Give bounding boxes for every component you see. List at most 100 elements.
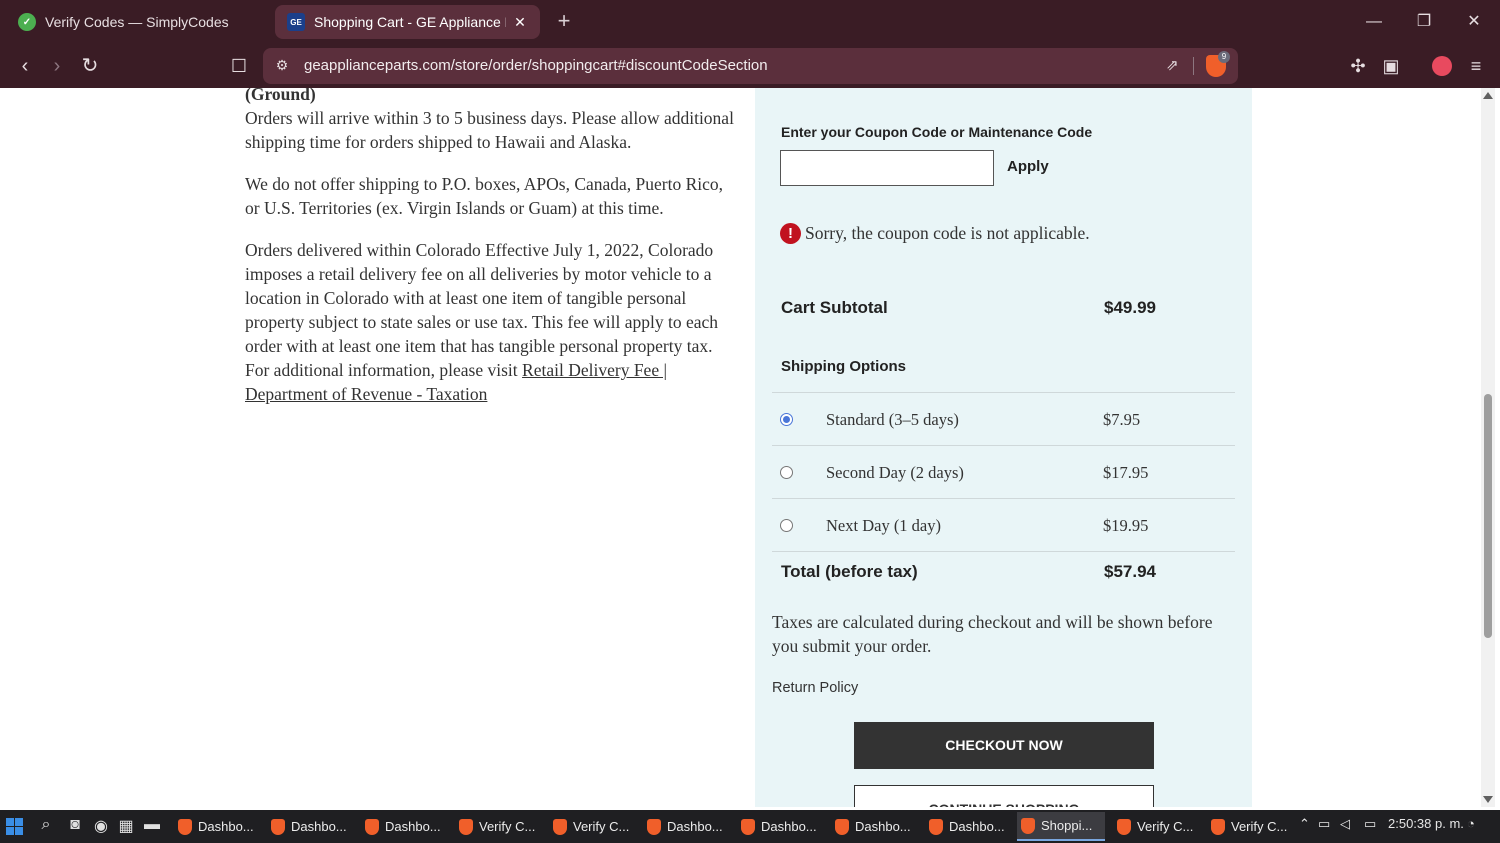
brave-icon <box>835 818 849 835</box>
taskbar-window-label: Dashbo... <box>385 819 441 834</box>
restore-button[interactable]: ❐ <box>1409 8 1439 36</box>
brave-icon <box>553 818 567 835</box>
taskbar-window-label: Verify C... <box>1231 819 1288 834</box>
minimize-button[interactable]: — <box>1359 8 1389 36</box>
coupon-code-input[interactable] <box>780 150 994 186</box>
taskbar-window-label: Verify C... <box>1137 819 1194 834</box>
tab-shopping-cart[interactable]: GE Shopping Cart - GE Appliance Pa ✕ <box>275 5 540 39</box>
error-icon: ! <box>780 223 801 244</box>
taskbar-window[interactable]: Dashbo... <box>361 812 449 841</box>
taskbar-window[interactable]: Verify C... <box>549 812 637 841</box>
bookmark-icon[interactable]: ☐ <box>225 52 253 80</box>
taskbar-window-label: Dashbo... <box>949 819 1005 834</box>
shipping-option-standard[interactable]: Standard (3–5 days) $7.95 <box>772 392 1235 445</box>
taskbar-window-label: Dashbo... <box>855 819 911 834</box>
taskbar-window-label: Dashbo... <box>291 819 347 834</box>
taskbar-window[interactable]: Dashbo... <box>267 812 355 841</box>
windows-start-icon[interactable] <box>6 818 23 835</box>
taskbar-window-label: Shoppi... <box>1041 818 1093 833</box>
tax-note: Taxes are calculated during checkout and… <box>772 612 1213 656</box>
shipping-option-label: Second Day (2 days) <box>826 463 964 482</box>
scroll-thumb[interactable] <box>1484 394 1492 638</box>
taskbar-window[interactable]: Dashbo... <box>925 812 1013 841</box>
shipping-radio[interactable] <box>780 413 793 426</box>
tab-close-icon[interactable]: ✕ <box>512 14 528 31</box>
file-explorer-icon[interactable]: ▬ <box>142 816 162 834</box>
shipping-option-second-day[interactable]: Second Day (2 days) $17.95 <box>772 445 1235 498</box>
calculator-icon[interactable]: ▦ <box>116 816 136 836</box>
coupon-label: Enter your Coupon Code or Maintenance Co… <box>781 124 1093 140</box>
taskbar-window[interactable]: Verify C... <box>455 812 543 841</box>
colorado-fee-paragraph: Orders delivered within Colorado Effecti… <box>245 238 735 406</box>
tab-strip: ✓ Verify Codes — SimplyCodes GE Shopping… <box>0 0 1500 44</box>
shipping-radio[interactable] <box>780 519 793 532</box>
tab-title: Shopping Cart - GE Appliance Pa <box>314 14 506 30</box>
continue-shopping-button[interactable]: CONTINUE SHOPPING <box>854 785 1154 807</box>
checkout-now-button[interactable]: CHECKOUT NOW <box>854 722 1154 769</box>
camera-app-icon[interactable]: ◙ <box>65 816 85 834</box>
shipping-info-column: (Ground) Orders will arrive within 3 to … <box>245 88 735 424</box>
order-summary-panel: Enter your Coupon Code or Maintenance Co… <box>755 88 1252 807</box>
shipping-option-next-day[interactable]: Next Day (1 day) $19.95 <box>772 498 1235 551</box>
taskbar-window[interactable]: Dashbo... <box>737 812 825 841</box>
back-icon[interactable]: ‹ <box>11 52 39 80</box>
tab-verify-codes[interactable]: ✓ Verify Codes — SimplyCodes <box>6 5 268 39</box>
divider <box>772 551 1235 552</box>
scroll-up-icon[interactable] <box>1483 92 1493 99</box>
simplycodes-icon: ✓ <box>18 13 36 31</box>
shipping-options-heading: Shipping Options <box>781 358 906 375</box>
address-bar[interactable]: ⚙ geapplianceparts.com/store/order/shopp… <box>263 48 1238 84</box>
menu-icon[interactable]: ≡ <box>1462 52 1490 80</box>
display-icon[interactable]: ▭ <box>1364 816 1376 832</box>
clock[interactable]: 2:50:38 p. m. <box>1388 816 1464 831</box>
page-viewport: (Ground) Orders will arrive within 3 to … <box>5 88 1481 807</box>
reader-mode-icon[interactable]: ▣ <box>1377 52 1405 80</box>
taskbar-window-label: Dashbo... <box>761 819 817 834</box>
total-label: Total (before tax) <box>781 562 918 581</box>
shipping-restrictions-paragraph: We do not offer shipping to P.O. boxes, … <box>245 174 724 218</box>
delivery-time-paragraph: Orders will arrive within 3 to 5 busines… <box>245 108 734 152</box>
shipping-option-price: $17.95 <box>1103 463 1149 482</box>
page-scrollbar[interactable] <box>1481 88 1495 807</box>
tab-title: Verify Codes — SimplyCodes <box>45 14 229 30</box>
volume-icon[interactable]: ◁ <box>1340 816 1350 832</box>
total-value: $57.94 <box>1104 562 1156 581</box>
windows-taskbar: ⌕ ◙ ◉ ▦ ▬ Dashbo... Dashbo... Dashbo... … <box>0 810 1500 843</box>
reload-icon[interactable]: ↻ <box>76 52 104 80</box>
scroll-down-icon[interactable] <box>1483 796 1493 803</box>
profile-avatar-icon[interactable] <box>1432 56 1452 76</box>
network-icon[interactable]: ▭ <box>1318 816 1330 832</box>
shipping-radio[interactable] <box>780 466 793 479</box>
site-info-icon[interactable]: ⚙ <box>273 57 291 75</box>
brave-icon <box>459 818 473 835</box>
browser-app-icon[interactable]: ◉ <box>91 816 111 836</box>
url-text[interactable]: geapplianceparts.com/store/order/shoppin… <box>304 57 768 74</box>
taskbar-window[interactable]: Dashbo... <box>643 812 731 841</box>
taskbar-window[interactable]: Dashbo... <box>831 812 919 841</box>
search-icon[interactable]: ⌕ <box>36 816 56 834</box>
taskbar-window[interactable]: Verify C... <box>1207 812 1295 841</box>
error-text: Sorry, the coupon code is not applicable… <box>805 223 1090 243</box>
brave-icon <box>647 818 661 835</box>
taskbar-window[interactable]: Dashbo... <box>174 812 262 841</box>
taskbar-window-active[interactable]: Shoppi... <box>1017 812 1105 841</box>
toolbar: ‹ › ↻ ☐ ⚙ geapplianceparts.com/store/ord… <box>0 44 1500 88</box>
coupon-error-message: ! Sorry, the coupon code is not applicab… <box>780 223 1090 244</box>
shipping-option-price: $7.95 <box>1103 410 1141 429</box>
new-tab-button[interactable]: + <box>552 10 576 34</box>
brave-icon <box>1211 818 1225 835</box>
close-window-button[interactable]: ✕ <box>1459 8 1489 36</box>
brave-icon <box>178 818 192 835</box>
apply-coupon-button[interactable]: Apply <box>1007 158 1049 175</box>
forward-icon[interactable]: › <box>43 52 71 80</box>
taskbar-window[interactable]: Verify C... <box>1113 812 1201 841</box>
taskbar-window-label: Verify C... <box>479 819 536 834</box>
share-icon[interactable]: ⇗ <box>1166 56 1186 76</box>
shipping-option-label: Standard (3–5 days) <box>826 410 959 429</box>
brave-icon <box>365 818 379 835</box>
return-policy-link[interactable]: Return Policy <box>772 680 858 696</box>
notification-bell-icon[interactable]: ◔ <box>1467 816 1475 831</box>
tray-chevron-icon[interactable]: ⌃ <box>1299 816 1310 832</box>
brave-icon <box>271 818 285 835</box>
extensions-icon[interactable]: ✣ <box>1344 52 1372 80</box>
